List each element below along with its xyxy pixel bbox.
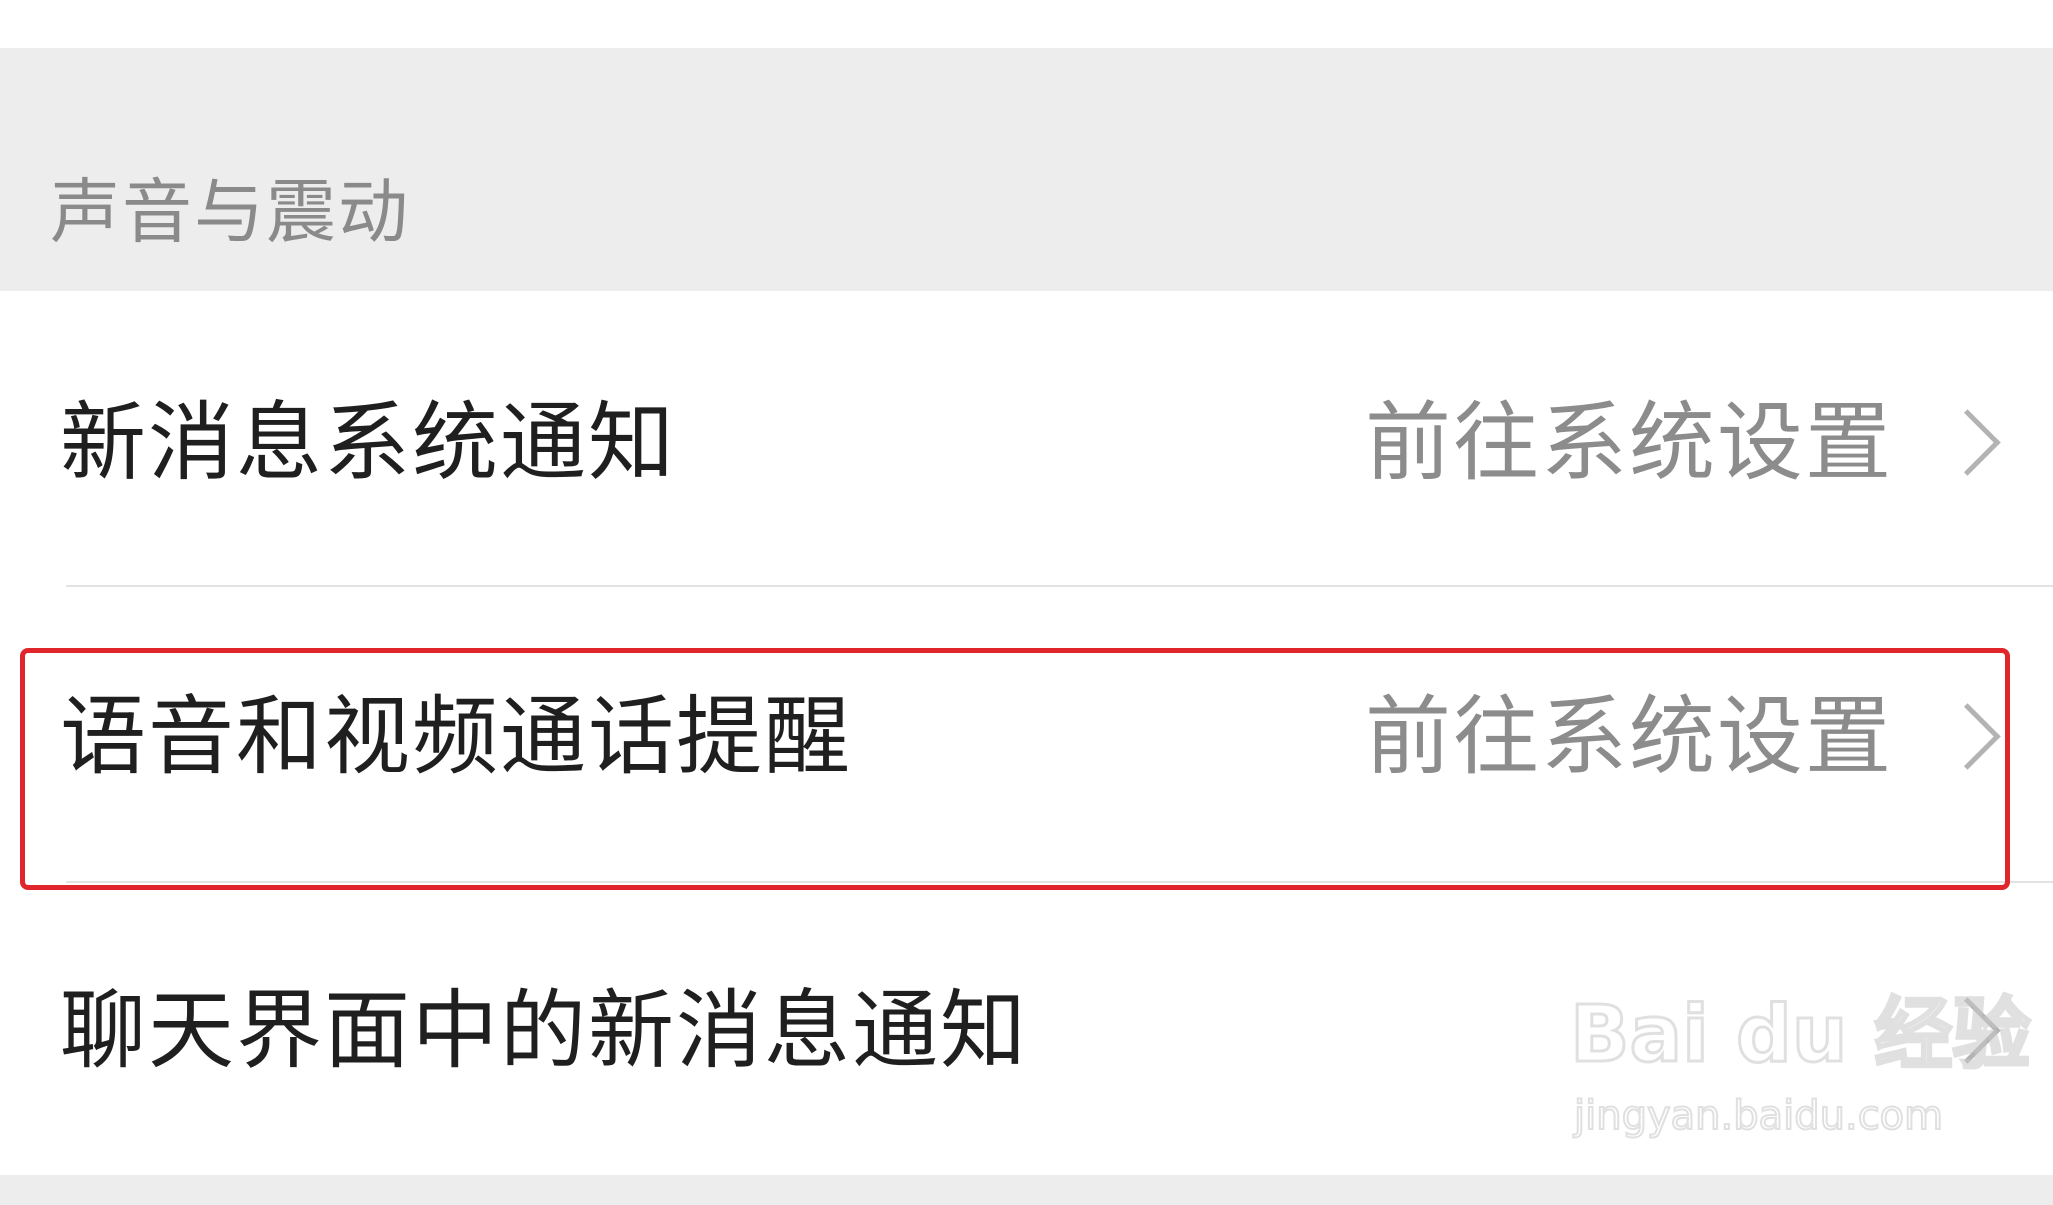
chevron-right-icon — [1934, 703, 2001, 770]
row-voice-video-call-reminder[interactable]: 语音和视频通话提醒 前往系统设置 — [0, 587, 2053, 881]
settings-screen: 声音与震动 新消息系统通知 前往系统设置 语音和视频通话提醒 前往系统设置 聊天… — [0, 0, 2053, 1205]
row-value: 前往系统设置 — [1365, 393, 1893, 493]
baidu-jingyan-watermark: Bai du 经验 jingyan.baidu.com — [1569, 980, 2032, 1160]
row-new-message-system-notification[interactable]: 新消息系统通知 前往系统设置 — [0, 291, 2053, 585]
row-label: 新消息系统通知 — [60, 393, 676, 493]
row-value: 前往系统设置 — [1365, 687, 1893, 787]
section-title: 声音与震动 — [50, 171, 410, 253]
watermark-url: jingyan.baidu.com — [1573, 1092, 1944, 1140]
top-strip — [0, 0, 2053, 48]
chevron-right-icon — [1934, 409, 2001, 476]
row-label: 语音和视频通话提醒 — [60, 687, 852, 787]
watermark-logo: Bai du 经验 — [1569, 989, 2032, 1082]
row-label: 聊天界面中的新消息通知 — [60, 981, 1028, 1081]
section-header — [0, 48, 2053, 291]
bottom-strip — [0, 1175, 2053, 1205]
